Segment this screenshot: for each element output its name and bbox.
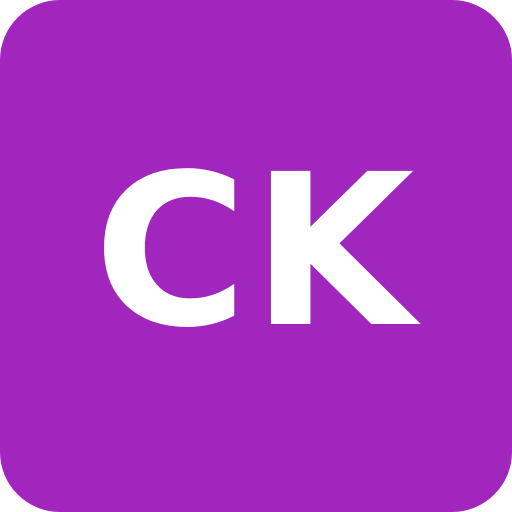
avatar-initials: CK: [93, 129, 419, 374]
avatar: CK: [0, 0, 512, 512]
